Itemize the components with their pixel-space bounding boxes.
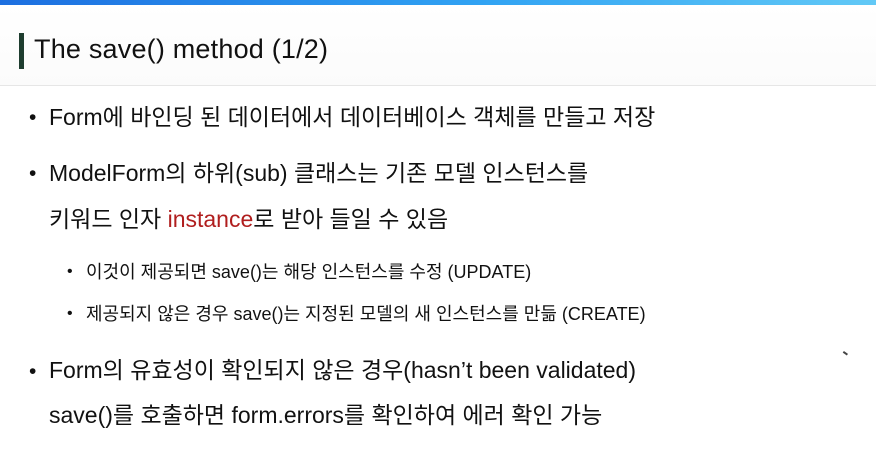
bullet-1-marker: • xyxy=(29,106,37,129)
bullet-2-line2-before: 키워드 인자 xyxy=(49,206,168,232)
sub-bullet-2-marker: • xyxy=(67,305,73,322)
slide-header: The save() method (1/2) xyxy=(0,5,876,86)
bullet-2-line1: ModelForm의 하위(sub) 클래스는 기존 모델 인스턴스를 xyxy=(49,160,589,186)
sub-bullet-1-text: 이것이 제공되면 save()는 해당 인스턴스를 수정 (UPDATE) xyxy=(86,262,532,282)
bullet-3-marker: • xyxy=(29,360,37,383)
bullet-2-marker: • xyxy=(29,162,37,185)
stray-mark xyxy=(841,351,848,358)
bullet-2-line2-after: 로 받아 들일 수 있음 xyxy=(253,206,449,232)
instance-keyword: instance xyxy=(167,206,254,232)
bullet-3-line1: Form의 유효성이 확인되지 않은 경우(hasn’t been valida… xyxy=(49,357,637,383)
slide-title: The save() method (1/2) xyxy=(34,34,329,64)
title-accent-bar xyxy=(19,33,24,69)
sub-bullet-1-marker: • xyxy=(67,263,73,280)
bullet-2-line2: 키워드 인자 instance로 받아 들일 수 있음 xyxy=(49,203,448,235)
sub-bullet-2-text: 제공되지 않은 경우 save()는 지정된 모델의 새 인스턴스를 만듦 (C… xyxy=(86,304,646,324)
bullet-1-text: Form에 바인딩 된 데이터에서 데이터베이스 객체를 만들고 저장 xyxy=(49,104,656,130)
bullet-3-line2: save()를 호출하면 form.errors를 확인하여 에러 확인 가능 xyxy=(49,402,603,428)
